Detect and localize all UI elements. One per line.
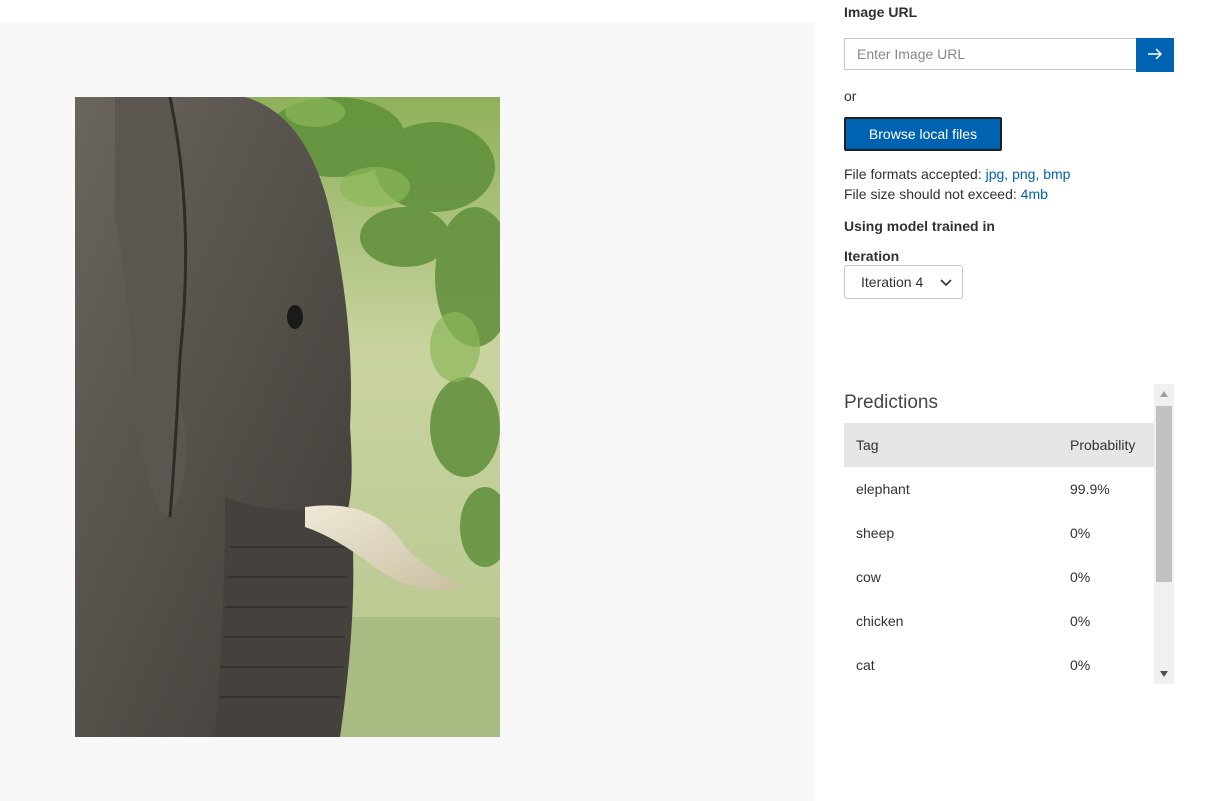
probability-cell: 0% — [1070, 525, 1091, 541]
model-label: Using model trained in — [844, 218, 995, 234]
iteration-label: Iteration — [844, 248, 900, 264]
table-row: elephant 99.9% — [844, 467, 1154, 511]
iteration-selected-value: Iteration 4 — [861, 274, 924, 290]
or-separator: or — [844, 88, 857, 104]
tag-cell: sheep — [856, 525, 895, 541]
file-size-value: 4mb — [1020, 186, 1048, 202]
tag-cell: chicken — [856, 613, 904, 629]
column-header-probability: Probability — [1070, 437, 1136, 453]
predictions-table-header: Tag Probability — [844, 423, 1154, 467]
tag-cell: elephant — [856, 481, 910, 497]
file-formats-label: File formats accepted: — [844, 166, 986, 182]
table-row: chicken 0% — [844, 599, 1154, 643]
image-preview-area — [0, 22, 814, 801]
uploaded-image-elephant — [75, 97, 500, 737]
tag-cell: cow — [856, 569, 881, 585]
table-row: cat 0% — [844, 643, 1154, 687]
scroll-down-arrow-icon[interactable] — [1154, 664, 1174, 684]
file-size-info: File size should not exceed: 4mb — [844, 186, 1048, 202]
probability-cell: 99.9% — [1070, 481, 1110, 497]
scroll-up-arrow-icon[interactable] — [1154, 384, 1174, 404]
browse-local-files-button[interactable]: Browse local files — [844, 117, 1002, 151]
file-size-label: File size should not exceed: — [844, 186, 1021, 202]
column-header-tag: Tag — [856, 437, 879, 453]
predictions-table: Tag Probability elephant 99.9% sheep 0% … — [844, 423, 1154, 687]
image-url-label: Image URL — [844, 4, 918, 20]
tag-cell: cat — [856, 657, 875, 673]
file-formats-info: File formats accepted: jpg, png, bmp — [844, 166, 1070, 182]
scrollbar-thumb[interactable] — [1156, 406, 1172, 582]
arrow-right-icon — [1147, 47, 1163, 64]
image-url-input[interactable] — [844, 38, 1136, 70]
probability-cell: 0% — [1070, 613, 1091, 629]
probability-cell: 0% — [1070, 569, 1091, 585]
chevron-down-icon — [940, 274, 952, 290]
table-row: sheep 0% — [844, 511, 1154, 555]
table-row: cow 0% — [844, 555, 1154, 599]
file-formats-value: jpg, png, bmp — [985, 166, 1071, 182]
predictions-scrollbar[interactable] — [1154, 384, 1174, 684]
iteration-dropdown[interactable]: Iteration 4 — [844, 265, 963, 299]
predictions-title: Predictions — [844, 392, 938, 413]
probability-cell: 0% — [1070, 657, 1091, 673]
submit-url-button[interactable] — [1136, 38, 1174, 72]
control-panel: Image URL or Browse local files File for… — [844, 0, 1184, 801]
